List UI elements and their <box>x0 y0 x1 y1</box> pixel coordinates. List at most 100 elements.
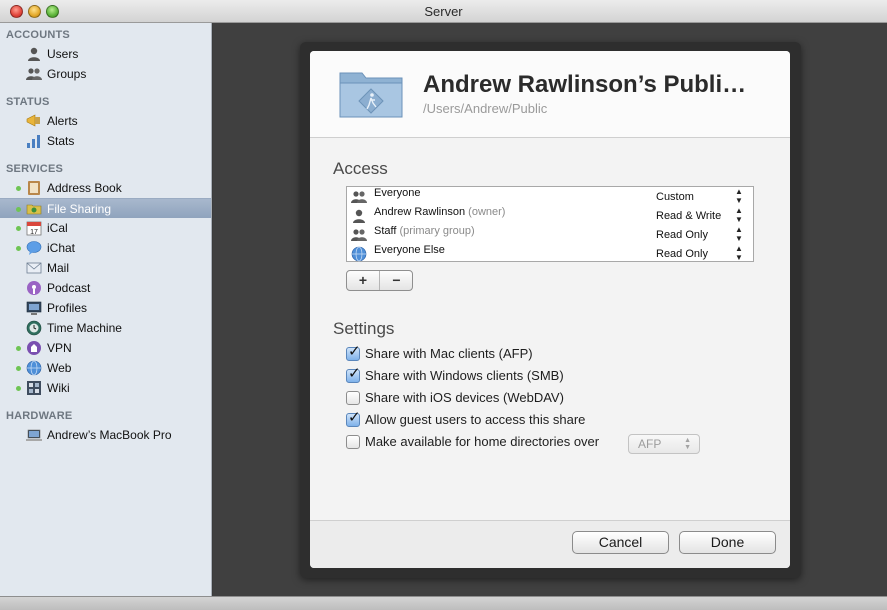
status-dot <box>16 186 21 191</box>
permission-stepper[interactable]: ▲ ▼ <box>735 187 743 205</box>
chat-icon <box>26 241 42 255</box>
chevron-down-icon: ▼ <box>735 215 743 224</box>
sidebar-item-ical[interactable]: 17 iCal <box>0 218 211 238</box>
sidebar-item-label: Groups <box>47 67 87 81</box>
add-access-button[interactable]: + <box>347 271 380 290</box>
principal-name: Everyone <box>374 187 421 199</box>
status-dot <box>16 366 21 371</box>
sidebar-item-stats[interactable]: Stats <box>0 131 211 151</box>
wiki-icon <box>27 381 41 395</box>
option-label: Share with Mac clients (AFP) <box>365 346 533 361</box>
window-bottom-bar <box>0 596 887 610</box>
file-sharing-icon <box>26 204 42 215</box>
sidebar-item-podcast[interactable]: Podcast <box>0 278 211 298</box>
done-button[interactable]: Done <box>679 531 776 554</box>
principal-name: Andrew Rawlinson <box>374 206 466 218</box>
principal-name: Everyone Else <box>374 244 445 256</box>
calendar-icon: 17 <box>26 221 42 236</box>
sidebar: ACCOUNTS Users Groups STATUS Alerts Stat… <box>0 23 212 596</box>
permission-stepper[interactable]: ▲ ▼ <box>735 206 743 224</box>
group-icon <box>351 229 367 241</box>
sidebar-item-mail[interactable]: Mail <box>0 258 211 278</box>
bar-chart-icon <box>27 135 40 148</box>
principal-role: (owner) <box>468 206 506 218</box>
sheet-footer: Cancel Done <box>310 520 790 568</box>
permission-value[interactable]: Read Only <box>656 226 708 245</box>
user-icon <box>28 47 40 61</box>
afp-checkbox[interactable]: ✓ <box>346 343 361 361</box>
access-principal-name: Staff (primary group) <box>374 222 475 241</box>
permission-stepper[interactable]: ▲ ▼ <box>735 225 743 243</box>
group-icon <box>351 191 367 203</box>
remove-access-button[interactable]: − <box>380 271 413 290</box>
sidebar-item-label: iChat <box>47 241 76 255</box>
sidebar-item-label: Stats <box>47 134 75 148</box>
window-title: Server <box>424 4 463 19</box>
sidebar-item-profiles[interactable]: Profiles <box>0 298 211 318</box>
option-label: Share with Windows clients (SMB) <box>365 368 564 383</box>
sidebar-item-web[interactable]: Web <box>0 358 211 378</box>
sidebar-item-label: iCal <box>47 221 68 235</box>
sidebar-item-label: VPN <box>47 341 72 355</box>
guest-access-checkbox[interactable]: ✓ <box>346 409 361 427</box>
time-machine-icon <box>26 320 42 336</box>
cancel-button[interactable]: Cancel <box>572 531 669 554</box>
chevron-down-icon: ▼ <box>735 234 743 243</box>
settings-section-title: Settings <box>333 319 395 338</box>
access-principal-name: Andrew Rawlinson (owner) <box>374 203 505 222</box>
user-icon <box>353 209 365 223</box>
vpn-icon <box>27 341 41 355</box>
sidebar-item-macbook-pro[interactable]: Andrew’s MacBook Pro <box>0 425 211 445</box>
sidebar-item-label: Users <box>47 47 79 61</box>
window-titlebar: Server <box>0 0 887 23</box>
smb-checkbox[interactable]: ✓ <box>346 365 361 383</box>
sidebar-item-users[interactable]: Users <box>0 44 211 64</box>
home-protocol-popup[interactable]: AFP ▲ ▼ <box>628 434 700 454</box>
chevron-down-icon: ▼ <box>735 253 743 262</box>
share-path: /Users/Andrew/Public <box>423 101 548 116</box>
zoom-window-button[interactable] <box>46 5 59 18</box>
mail-icon <box>26 262 42 274</box>
sidebar-item-wiki[interactable]: Wiki <box>0 378 211 398</box>
sidebar-header-accounts: ACCOUNTS <box>6 29 70 41</box>
permission-value[interactable]: Read Only <box>656 245 708 264</box>
sidebar-item-label: Andrew’s MacBook Pro <box>47 428 172 442</box>
sidebar-item-time-machine[interactable]: Time Machine <box>0 318 211 338</box>
podcast-icon <box>27 281 41 295</box>
access-principal-name: Everyone <box>374 184 420 203</box>
share-title: Andrew Rawlinson’s Publi… <box>423 71 747 98</box>
add-remove-control: + − <box>346 270 413 291</box>
popup-arrows-icon: ▲ ▼ <box>684 437 691 451</box>
home-directories-checkbox[interactable] <box>346 435 360 449</box>
sidebar-item-file-sharing[interactable]: File Sharing <box>0 198 211 218</box>
sidebar-item-ichat[interactable]: iChat <box>0 238 211 258</box>
sidebar-header-hardware: HARDWARE <box>6 410 73 422</box>
webdav-checkbox[interactable] <box>346 391 360 405</box>
minimize-window-button[interactable] <box>28 5 41 18</box>
checkmark-icon: ✓ <box>348 343 361 360</box>
permission-value[interactable]: Custom <box>656 188 694 207</box>
globe-icon <box>26 360 42 376</box>
access-row-everyone-else[interactable]: Everyone Else Read Only ▲ ▼ <box>347 244 753 263</box>
sidebar-item-label: Web <box>47 361 72 375</box>
sidebar-item-vpn[interactable]: VPN <box>0 338 211 358</box>
sidebar-item-groups[interactable]: Groups <box>0 64 211 84</box>
permission-stepper[interactable]: ▲ ▼ <box>735 244 743 262</box>
sidebar-item-label: Podcast <box>47 281 91 295</box>
sidebar-item-alerts[interactable]: Alerts <box>0 111 211 131</box>
share-settings-sheet: Andrew Rawlinson’s Publi… /Users/Andrew/… <box>310 51 790 568</box>
close-window-button[interactable] <box>10 5 23 18</box>
option-label: Allow guest users to access this share <box>365 412 586 427</box>
megaphone-icon <box>26 114 40 127</box>
address-book-icon <box>28 181 40 195</box>
sidebar-header-status: STATUS <box>6 96 50 108</box>
sidebar-item-label: Profiles <box>47 301 88 315</box>
principal-role: (primary group) <box>399 225 475 237</box>
sidebar-item-address-book[interactable]: Address Book <box>0 178 211 198</box>
option-label: Share with iOS devices (WebDAV) <box>365 390 564 405</box>
status-dot <box>16 346 21 351</box>
status-dot <box>16 226 21 231</box>
globe-icon <box>351 246 367 262</box>
permission-value[interactable]: Read & Write <box>656 207 721 226</box>
status-dot <box>16 386 21 391</box>
